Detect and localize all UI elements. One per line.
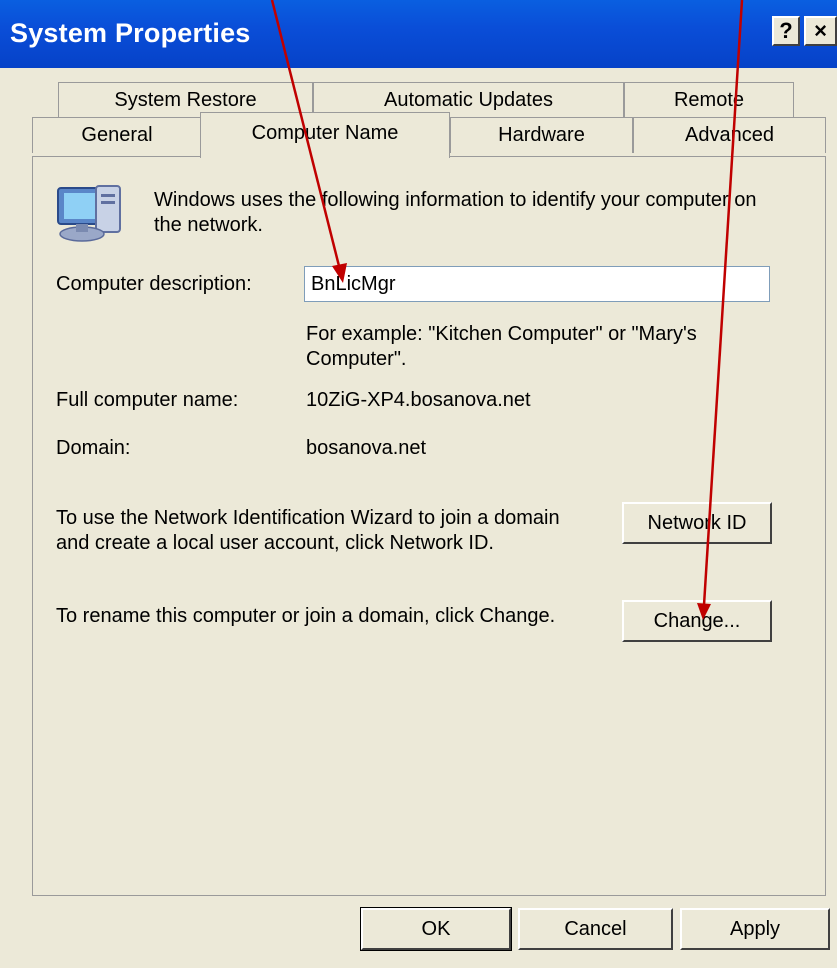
full-computer-name-value: 10ZiG-XP4.bosanova.net [306,389,531,411]
computer-description-label: Computer description: [56,273,252,295]
computer-description-input[interactable]: BnLicMgr [304,266,770,302]
apply-button[interactable]: Apply [680,908,830,950]
network-id-description: To use the Network Identification Wizard… [56,507,560,554]
tab-computer-name[interactable]: Computer Name [200,112,450,158]
example-text: For example: "Kitchen Computer" or "Mary… [306,323,697,370]
tab-advanced[interactable]: Advanced [633,117,826,153]
rename-description: To rename this computer or join a domain… [56,605,556,627]
help-button[interactable]: ? [772,16,800,46]
domain-label: Domain: [56,437,131,459]
ok-button[interactable]: OK [360,907,512,951]
cancel-button[interactable]: Cancel [518,908,673,950]
intro-text: Windows uses the following information t… [154,189,757,236]
computer-icon [57,185,121,242]
tab-hardware[interactable]: Hardware [450,117,633,153]
system-properties-window: System Properties ? × System Restore Aut… [0,0,837,968]
network-id-button[interactable]: Network ID [622,502,772,544]
domain-value: bosanova.net [306,437,427,459]
full-computer-name-label: Full computer name: [56,389,239,411]
close-button[interactable]: × [804,16,837,46]
tab-remote[interactable]: Remote [624,82,794,118]
title-bar: System Properties ? × [0,0,837,68]
tab-general[interactable]: General [32,117,202,153]
change-button[interactable]: Change... [622,600,772,642]
window-title: System Properties [10,18,251,48]
